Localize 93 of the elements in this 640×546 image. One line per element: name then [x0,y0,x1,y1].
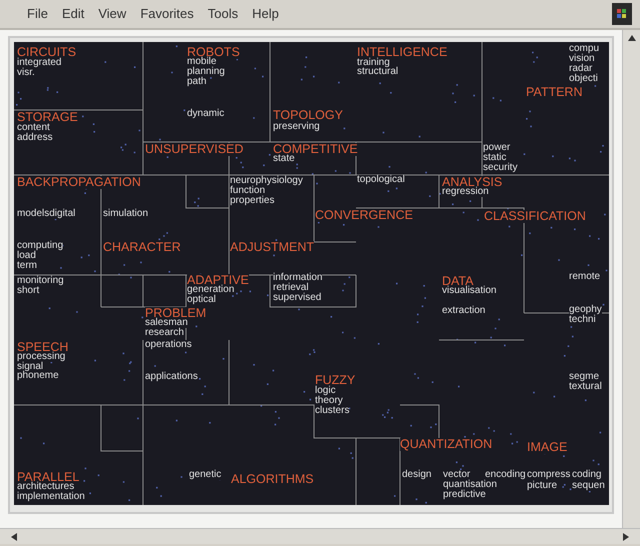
topic-label: CLASSIFICATION [484,210,586,222]
keyword-label: short [17,286,40,296]
keyword-label: optical [187,295,216,305]
keyword-label: supervised [273,293,322,303]
keyword-label: implementation [17,492,85,502]
keyword-label: processing [17,352,66,362]
keyword-label: architectures [17,482,74,492]
keyword-label: research [145,328,184,338]
keyword-label: compress [527,470,570,480]
topic-label: STORAGE [17,111,78,124]
topic-label: QUANTIZATION [400,438,492,450]
keyword-label: information [273,273,322,283]
keyword-label: power [483,143,510,153]
keyword-label: dynamic [187,109,224,119]
keyword-label: geophy [569,305,602,315]
scroll-up-icon[interactable] [626,34,636,42]
keyword-label: coding [572,470,602,480]
keyword-label: term [17,261,37,271]
keyword-label: vector [443,470,470,480]
keyword-label: retrieval [273,283,309,293]
keyword-label: applications [145,372,198,382]
keyword-label: load [17,251,36,261]
topic-label: INTELLIGENCE [357,46,448,58]
topic-label: CHARACTER [103,241,181,254]
keyword-label: signal [17,362,44,372]
keyword-label: design [402,470,432,480]
keyword-label: sequen [572,481,605,491]
keyword-label: monitoring [17,276,64,286]
keyword-label: textural [569,382,602,392]
menu-item[interactable]: Favorites [133,2,201,26]
topic-label: UNSUPERVISED [145,143,244,156]
vertical-scrollbar[interactable] [622,30,640,528]
menu-item[interactable]: View [91,2,134,26]
topic-label: PATTERN [526,86,582,98]
keyword-label: phoneme [17,371,59,381]
keyword-label: quantisation [443,480,497,490]
menu-item[interactable]: Tools [200,2,246,26]
keyword-label: address [17,133,53,143]
scroll-left-icon[interactable] [10,532,18,542]
keyword-label: computing [17,241,64,251]
keyword-label: salesman [145,318,188,328]
keyword-label: theory [315,396,343,406]
keyword-label: mobile [187,57,216,67]
topic-label: TOPOLOGY [273,109,343,122]
keyword-label: training [357,58,390,68]
keyword-label: segme [569,372,600,382]
keyword-label: simulation [103,209,148,219]
keyword-label: extraction [442,306,486,316]
keyword-label: preserving [273,122,320,132]
keyword-label: generation [187,285,234,295]
menu-item[interactable]: Help [245,2,286,26]
keyword-label: planning [187,67,225,77]
keyword-label: visr. [17,68,35,78]
keyword-label: content [17,123,50,133]
keyword-label: topological [357,175,405,185]
keyword-label: radar [569,64,592,74]
keyword-label: function [230,186,266,196]
keyword-label: modelsdigital [17,209,76,219]
keyword-label: operations [145,340,192,350]
keyword-label: techni [569,315,596,325]
keyword-label: picture [527,481,558,491]
menu-item[interactable]: Edit [54,2,92,26]
topic-label: FUZZY [315,374,356,386]
keyword-label: security [483,163,518,173]
keyword-label: path [187,77,206,87]
keyword-label: vision [569,54,595,64]
keyword-label: predictive [443,490,486,500]
menu-item[interactable]: File [20,2,55,26]
keyword-label: state [273,154,295,164]
keyword-label: clusters [315,406,350,416]
keyword-label: regression [442,187,489,197]
topic-label: IMAGE [527,441,568,454]
topic-label: BACKPROPAGATION [17,176,141,188]
keyword-label: static [483,153,506,163]
keyword-label: structural [357,67,398,77]
keyword-label: compu [569,44,600,54]
topic-label: CIRCUITS [17,46,76,58]
keyword-label: neurophysiology [230,176,303,186]
topic-label: COMPETITIVE [273,143,358,156]
keyword-label: genetic [189,470,222,480]
topic-label: ALGORITHMS [231,473,314,486]
topic-label: CONVERGENCE [315,209,413,222]
keyword-label: encoding [485,470,526,480]
keyword-label: remote [569,272,600,282]
keyword-label: integrated [17,58,62,68]
keyword-label: visualisation [442,286,496,296]
keyword-label: properties [230,196,274,206]
keyword-label: objecti [569,74,598,84]
horizontal-scrollbar[interactable] [0,528,640,544]
topic-label: ADJUSTMENT [230,241,314,254]
scroll-right-icon[interactable] [622,532,630,542]
browser-logo-icon [612,3,632,25]
keyword-label: logic [315,386,336,396]
